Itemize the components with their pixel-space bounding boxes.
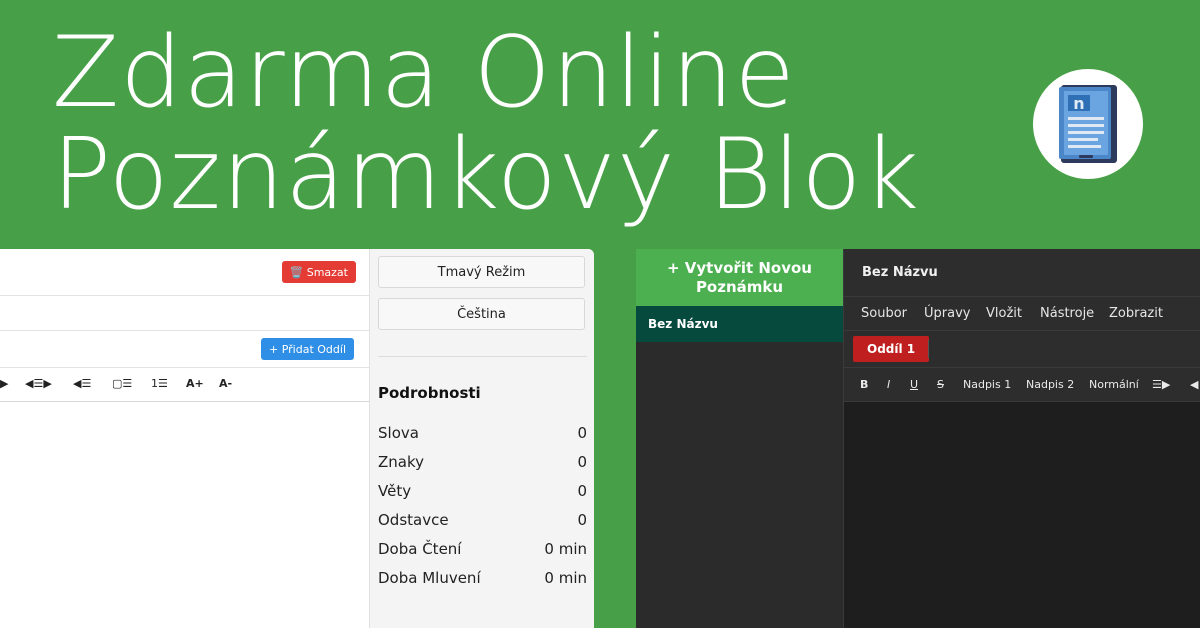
menu-bar: Soubor Úpravy Vložit Nástroje Zobrazit bbox=[844, 297, 1200, 331]
light-app-window: 🗑️ Smazat + Přidat Oddíl ▶ ◀☰▶ ◀☰ ▢☰ 1☰ … bbox=[0, 249, 594, 628]
light-toolbar: 🗑️ Smazat bbox=[0, 249, 369, 296]
align-left-icon[interactable]: ◀ bbox=[1190, 378, 1198, 391]
hero-title: Zdarma Online Poznámkový Blok bbox=[52, 22, 920, 226]
tab-section-1[interactable]: Oddíl 1 bbox=[853, 336, 930, 362]
stat-row-paragraphs: Odstavce 0 bbox=[378, 511, 587, 533]
dark-app-window: + Vytvořit Novou Poznámku Bez Názvu Bez … bbox=[636, 249, 1200, 628]
stat-label: Slova bbox=[378, 424, 419, 442]
stat-value: 0 min bbox=[544, 540, 587, 558]
note-title[interactable]: Bez Názvu bbox=[862, 265, 938, 280]
dark-format-toolbar: B I U S Nadpis 1 Nadpis 2 Normální ☰▶ ◀ bbox=[844, 368, 1200, 402]
numbered-list-icon[interactable]: 1☰ bbox=[151, 377, 168, 390]
light-format-toolbar: ▶ ◀☰▶ ◀☰ ▢☰ 1☰ A+ A- bbox=[0, 368, 369, 402]
delete-button[interactable]: 🗑️ Smazat bbox=[281, 261, 356, 283]
stat-value: 0 bbox=[577, 453, 587, 471]
bullet-list-icon[interactable]: ▢☰ bbox=[112, 377, 132, 390]
stat-value: 0 bbox=[577, 511, 587, 529]
underline-button[interactable]: U bbox=[910, 378, 918, 391]
light-editor-area[interactable] bbox=[0, 402, 369, 628]
strikethrough-button[interactable]: S bbox=[937, 378, 944, 391]
note-list-item[interactable]: Bez Názvu bbox=[636, 306, 843, 342]
details-title: Podrobnosti bbox=[378, 384, 481, 402]
note-title-bar: Bez Názvu bbox=[844, 249, 1200, 297]
app-logo: n bbox=[1033, 69, 1143, 179]
align-left-icon[interactable]: ◀☰ bbox=[73, 377, 91, 390]
italic-button[interactable]: I bbox=[887, 378, 890, 391]
align-center-icon[interactable]: ◀☰▶ bbox=[25, 377, 52, 390]
stat-label: Odstavce bbox=[378, 511, 449, 529]
indent-right-icon[interactable]: ☰▶ bbox=[1152, 378, 1170, 391]
stat-row-characters: Znaky 0 bbox=[378, 453, 587, 475]
stat-label: Doba Čtení bbox=[378, 540, 462, 558]
heading2-button[interactable]: Nadpis 2 bbox=[1026, 378, 1074, 391]
menu-edit[interactable]: Úpravy bbox=[924, 306, 970, 321]
details-sidebar: Tmavý Režim Čeština Podrobnosti Slova 0 … bbox=[369, 249, 594, 628]
stat-row-sentences: Věty 0 bbox=[378, 482, 587, 504]
menu-file[interactable]: Soubor bbox=[861, 306, 907, 321]
hero-title-line1: Zdarma Online bbox=[52, 16, 796, 130]
section-tabs: Oddíl 1 bbox=[844, 331, 1200, 368]
notebook-logo-icon: n bbox=[1059, 85, 1117, 163]
sidebar-divider bbox=[378, 356, 587, 357]
light-section-tools: + Přidat Oddíl bbox=[0, 331, 369, 368]
delete-button-label: 🗑️ Smazat bbox=[289, 265, 348, 279]
light-section-bar bbox=[0, 296, 369, 331]
dark-editor-pane: Bez Názvu Soubor Úpravy Vložit Nástroje … bbox=[843, 249, 1200, 628]
stat-value: 0 bbox=[577, 482, 587, 500]
stat-value: 0 min bbox=[544, 569, 587, 587]
stat-label: Doba Mluvení bbox=[378, 569, 481, 587]
menu-view[interactable]: Zobrazit bbox=[1109, 306, 1163, 321]
add-section-button[interactable]: + Přidat Oddíl bbox=[261, 338, 354, 360]
dark-editor-area[interactable] bbox=[844, 402, 1200, 628]
language-button[interactable]: Čeština bbox=[378, 298, 585, 330]
menu-insert[interactable]: Vložit bbox=[986, 306, 1022, 321]
stat-row-reading-time: Doba Čtení 0 min bbox=[378, 540, 587, 562]
indent-right-icon[interactable]: ▶ bbox=[0, 377, 8, 390]
stat-row-words: Slova 0 bbox=[378, 424, 587, 446]
new-note-button[interactable]: + Vytvořit Novou Poznámku bbox=[636, 249, 843, 306]
stat-value: 0 bbox=[577, 424, 587, 442]
svg-text:n: n bbox=[1073, 94, 1084, 113]
stat-label: Věty bbox=[378, 482, 412, 500]
notes-sidebar: + Vytvořit Novou Poznámku Bez Názvu bbox=[636, 249, 843, 628]
menu-tools[interactable]: Nástroje bbox=[1040, 306, 1094, 321]
hero-title-line2: Poznámkový Blok bbox=[52, 118, 921, 232]
dark-mode-button[interactable]: Tmavý Režim bbox=[378, 256, 585, 288]
normal-text-button[interactable]: Normální bbox=[1089, 378, 1139, 391]
increase-font-button[interactable]: A+ bbox=[186, 377, 204, 390]
heading1-button[interactable]: Nadpis 1 bbox=[963, 378, 1011, 391]
stat-row-speaking-time: Doba Mluvení 0 min bbox=[378, 569, 587, 591]
tab-divider bbox=[928, 340, 929, 358]
bold-button[interactable]: B bbox=[860, 378, 868, 391]
stat-label: Znaky bbox=[378, 453, 425, 471]
decrease-font-button[interactable]: A- bbox=[219, 377, 232, 390]
